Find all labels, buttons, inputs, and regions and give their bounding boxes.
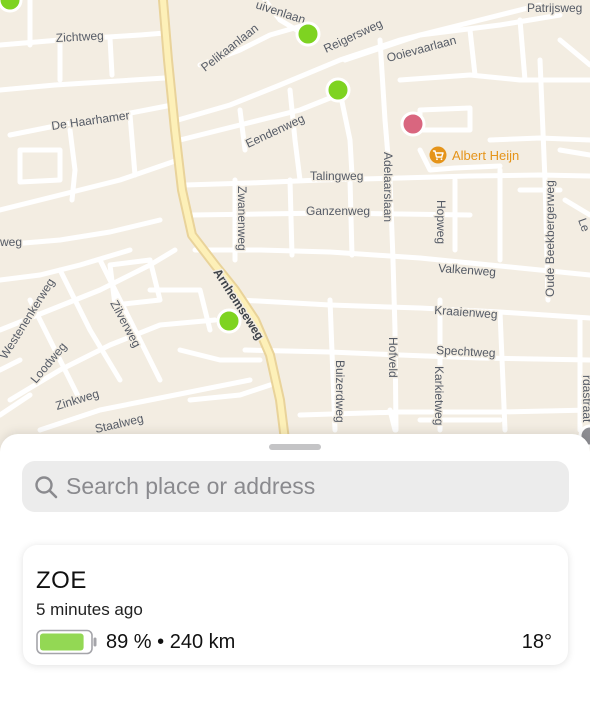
search-bar[interactable]: [22, 461, 569, 512]
bottom-sheet: ZOE 5 minutes ago 89 % • 240 km 18°: [0, 434, 590, 714]
last-updated-text: 5 minutes ago: [36, 600, 143, 619]
magnifier-icon: [35, 475, 58, 498]
shopping-cart-icon: [429, 146, 447, 164]
battery-status: 89 % • 240 km: [36, 629, 235, 655]
street-label-zwanenweg: Zwanenweg: [235, 186, 249, 251]
temperature-text: 18°: [521, 631, 552, 653]
green-map-marker[interactable]: [216, 308, 242, 334]
street-label-ganzenweg: Ganzenweg: [306, 204, 370, 218]
battery-icon: [36, 629, 97, 655]
green-map-marker[interactable]: [325, 77, 351, 103]
pink-map-marker[interactable]: [400, 111, 426, 137]
street-label-hopweg: Hopweg: [434, 200, 448, 244]
vehicle-card[interactable]: ZOE 5 minutes ago 89 % • 240 km 18°: [23, 545, 568, 665]
green-map-marker[interactable]: [295, 21, 321, 47]
green-map-marker[interactable]: [0, 0, 23, 13]
street-label-hofveld: Hofveld: [386, 337, 400, 378]
poi-label-albert-heijn: Albert Heijn: [452, 148, 519, 163]
sheet-grabber-handle[interactable]: [269, 444, 321, 450]
street-label-adelaarslaan: Adelaarslaan: [381, 152, 395, 222]
street-label-buizerdweg: Buizerdweg: [333, 360, 347, 423]
search-input[interactable]: [66, 473, 546, 500]
street-label-karkietweg: Karkietweg: [432, 366, 446, 425]
street-label-talingweg: Talingweg: [310, 169, 363, 183]
battery-range-text: 89 % • 240 km: [106, 630, 236, 653]
street-label-weg-left: weg: [0, 235, 22, 249]
street-label-rdastraat: rdastraat: [580, 375, 590, 423]
poi-albert-heijn[interactable]: Albert Heijn: [429, 146, 521, 165]
street-label-oude-beekbergerweg: Oude Beekbergerweg: [543, 180, 557, 297]
vehicle-name: ZOE: [36, 567, 87, 594]
street-label-patrijsweg: Patrijsweg: [527, 1, 582, 15]
street-label-zichtweg: Zichtweg: [55, 29, 104, 45]
